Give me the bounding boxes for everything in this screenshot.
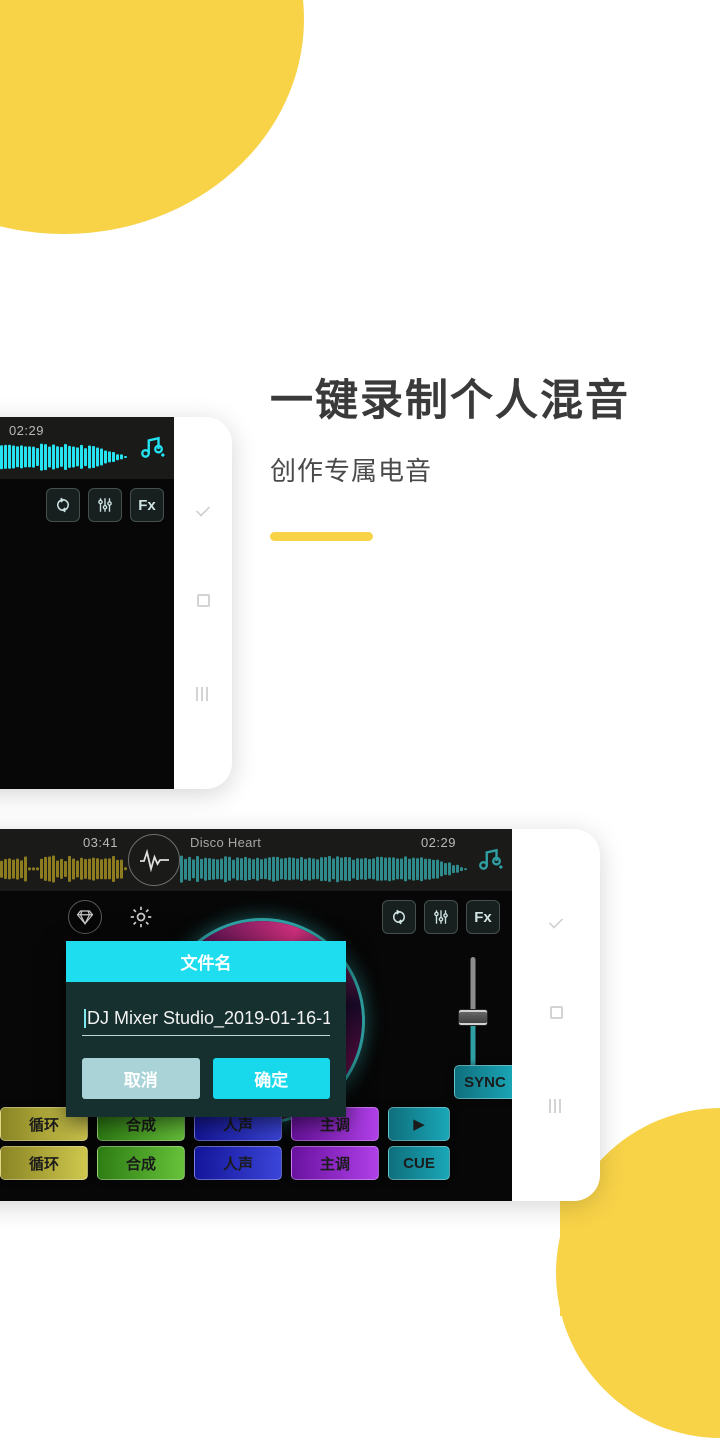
equalizer-icon[interactable] [88, 488, 122, 522]
gear-icon[interactable] [128, 900, 154, 934]
pad-loop-3[interactable]: 循环 [0, 1146, 88, 1180]
add-track-note-icon[interactable] [468, 847, 512, 873]
decor-blob-bottom-right-fill [560, 1196, 720, 1316]
page-subtitle: 创作专属电音 [270, 455, 433, 486]
effect-buttons-row-top: Fx [0, 479, 174, 531]
text-caret [84, 1009, 86, 1028]
waveform-topbar-bottom: 03:41 Disco Heart 02:29 [0, 829, 512, 891]
home-icon[interactable] [549, 1006, 563, 1019]
pad-vocal-5[interactable]: 人声 [194, 1146, 282, 1180]
diamond-icon[interactable] [68, 900, 102, 934]
track-title-label: Disco Heart [190, 835, 262, 850]
dj-app-screen-top: 02:29 Fx [0, 417, 174, 789]
waveform-teal [180, 853, 468, 885]
dialog-body: DJ Mixer Studio_2019-01-16-10-15 取消 确定 [66, 982, 346, 1117]
confirm-button[interactable]: 确定 [212, 1058, 330, 1099]
phone-mockup-top: 02:29 Fx [0, 417, 232, 789]
filename-input[interactable]: DJ Mixer Studio_2019-01-16-10-15 [82, 1008, 330, 1036]
fx-button[interactable]: Fx [130, 488, 164, 522]
home-icon[interactable] [196, 594, 210, 607]
dialog-title: 文件名 [66, 941, 346, 982]
app-logo-icon [128, 834, 180, 886]
loop-icon[interactable] [382, 900, 416, 934]
phone-mockup-bottom: 03:41 Disco Heart 02:29 Fx SYNC 循环 合成 人声… [0, 829, 600, 1201]
time-remaining-label: 02:29 [8, 423, 44, 438]
marketing-copy: 一键录制个人混音 创作专属电音 [270, 376, 630, 541]
waveform-topbar-top: 02:29 [0, 417, 174, 479]
fx-button[interactable]: Fx [466, 900, 500, 934]
pad-deck-7[interactable]: ▶ [388, 1107, 450, 1141]
time-right-label: 02:29 [420, 835, 456, 850]
page-title: 一键录制个人混音 [270, 377, 630, 425]
waveform-track-left[interactable]: 03:41 [0, 829, 128, 891]
fader-knob[interactable] [458, 1009, 488, 1026]
dj-app-screen-bottom: 03:41 Disco Heart 02:29 Fx SYNC 循环 合成 人声… [0, 829, 512, 1201]
pad-key-6[interactable]: 主调 [291, 1146, 379, 1180]
waveform-track-top[interactable]: 02:29 [0, 417, 130, 479]
back-icon[interactable] [548, 917, 564, 926]
pad-deck-7[interactable]: CUE [388, 1146, 450, 1180]
accent-underline [270, 531, 373, 541]
recents-icon[interactable] [196, 687, 210, 701]
equalizer-icon[interactable] [424, 900, 458, 934]
waveform-olive [0, 853, 128, 885]
back-icon[interactable] [195, 505, 211, 514]
pad-row-2: 低音鼓循环合成人声主调CUE [0, 1146, 450, 1180]
cancel-button[interactable]: 取消 [82, 1058, 200, 1099]
sync-button-bottom[interactable]: SYNC [454, 1065, 512, 1099]
dialog-buttons: 取消 确定 [82, 1058, 330, 1099]
filename-value: DJ Mixer Studio_2019-01-16-10-15 [87, 1008, 330, 1028]
decor-blob-top-left [0, 0, 304, 234]
filename-dialog: 文件名 DJ Mixer Studio_2019-01-16-10-15 取消 … [66, 941, 346, 1117]
android-navbar-top [174, 417, 232, 789]
control-row-bottom: Fx [0, 891, 512, 943]
waveform-track-right[interactable]: Disco Heart 02:29 [180, 829, 468, 891]
loop-icon[interactable] [46, 488, 80, 522]
waveform-cyan [0, 441, 130, 473]
time-left-label: 03:41 [82, 835, 118, 850]
android-navbar-bottom [512, 829, 600, 1201]
pad-synth-4[interactable]: 合成 [97, 1146, 185, 1180]
recents-icon[interactable] [549, 1099, 563, 1113]
add-track-note-icon[interactable] [130, 435, 174, 461]
